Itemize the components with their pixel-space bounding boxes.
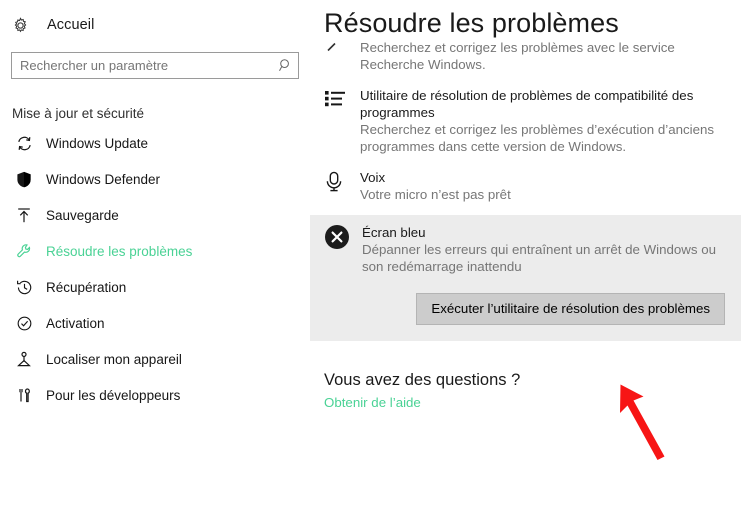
troubleshooter-text: Écran bleu Dépanner les erreurs qui entr… [354, 224, 727, 275]
sidebar-item-localiser-mon-appareil[interactable]: Localiser mon appareil [0, 341, 310, 377]
history-clock-icon [12, 276, 36, 298]
troubleshooter-desc: Recherchez et corrigez les problèmes d’e… [360, 122, 715, 154]
microphone-icon [324, 169, 354, 193]
sidebar-item-label: Sauvegarde [46, 207, 119, 223]
sidebar-item-windows-defender[interactable]: Windows Defender [0, 161, 310, 197]
refresh-icon [12, 132, 36, 154]
sidebar-nav-list: Windows Update Windows Defender Sauvegar… [0, 125, 310, 413]
troubleshooter-desc: Dépanner les erreurs qui entraînent un a… [362, 242, 717, 274]
troubleshooter-name: Utilitaire de résolution de problèmes de… [360, 88, 694, 120]
sidebar-item-label: Localiser mon appareil [46, 351, 182, 367]
troubleshooter-text: Voix Votre micro n’est pas prêt [354, 169, 727, 203]
page-title: Résoudre les problèmes [324, 8, 619, 38]
sidebar-item-pour-les-developpeurs[interactable]: Pour les développeurs [0, 377, 310, 413]
troubleshooter-name: Écran bleu [362, 225, 426, 240]
troubleshooter-item-search[interactable]: Recherchez et corrigez les problèmes ave… [310, 39, 741, 73]
sidebar-item-windows-update[interactable]: Windows Update [0, 125, 310, 161]
shield-icon [12, 168, 36, 190]
run-button-row: Exécuter l’utilitaire de résolution des … [310, 293, 741, 325]
sidebar: Accueil Mise à jour et sécurité [0, 0, 310, 518]
check-circle-icon [12, 312, 36, 334]
search-icon[interactable] [272, 53, 298, 78]
sidebar-item-activation[interactable]: Activation [0, 305, 310, 341]
tools-icon [12, 384, 36, 406]
troubleshooter-item-blue-screen[interactable]: Écran bleu Dépanner les erreurs qui entr… [310, 224, 741, 275]
sidebar-item-recuperation[interactable]: Récupération [0, 269, 310, 305]
list-icon [324, 87, 354, 108]
troubleshooter-name: Voix [360, 170, 386, 185]
run-troubleshooter-button[interactable]: Exécuter l’utilitaire de résolution des … [416, 293, 725, 325]
questions-heading: Vous avez des questions ? [324, 371, 521, 389]
troubleshooter-desc: Recherchez et corrigez les problèmes ave… [360, 40, 675, 72]
search-input[interactable] [12, 53, 272, 78]
questions-section: Vous avez des questions ? Obtenir de l’a… [310, 371, 741, 412]
sidebar-section-title: Mise à jour et sécurité [12, 106, 145, 121]
sidebar-item-label: Windows Defender [46, 171, 161, 187]
wrench-icon [12, 240, 36, 262]
troubleshooter-desc: Votre micro n’est pas prêt [360, 187, 511, 202]
error-x-circle-icon [324, 224, 354, 250]
main-content: Résoudre les problèmes Recherchez et cor… [310, 0, 741, 518]
troubleshooter-text: Utilitaire de résolution de problèmes de… [354, 87, 727, 155]
sidebar-item-label: Résoudre les problèmes [46, 243, 193, 259]
troubleshooter-text: Recherchez et corrigez les problèmes ave… [354, 39, 727, 73]
sidebar-item-label: Activation [46, 315, 105, 331]
troubleshooter-item-voice[interactable]: Voix Votre micro n’est pas prêt [310, 169, 741, 203]
gear-icon [12, 15, 38, 35]
settings-window: Accueil Mise à jour et sécurité [0, 0, 741, 518]
sidebar-item-resoudre-les-problemes[interactable]: Résoudre les problèmes [0, 233, 310, 269]
sidebar-item-label: Pour les développeurs [46, 387, 181, 403]
search-box[interactable] [11, 52, 299, 79]
get-help-link[interactable]: Obtenir de l’aide [324, 395, 421, 410]
upload-arrow-icon [12, 204, 36, 226]
troubleshooter-item-compatibility[interactable]: Utilitaire de résolution de problèmes de… [310, 87, 741, 155]
sidebar-item-label: Windows Update [46, 135, 149, 151]
sidebar-item-home[interactable]: Accueil [0, 10, 310, 40]
search-partial-icon [324, 39, 354, 57]
locate-device-icon [12, 348, 36, 370]
sidebar-item-sauvegarde[interactable]: Sauvegarde [0, 197, 310, 233]
troubleshooter-card-blue-screen[interactable]: Écran bleu Dépanner les erreurs qui entr… [310, 215, 741, 341]
sidebar-item-label: Récupération [46, 279, 127, 295]
sidebar-home-label: Accueil [47, 17, 95, 33]
